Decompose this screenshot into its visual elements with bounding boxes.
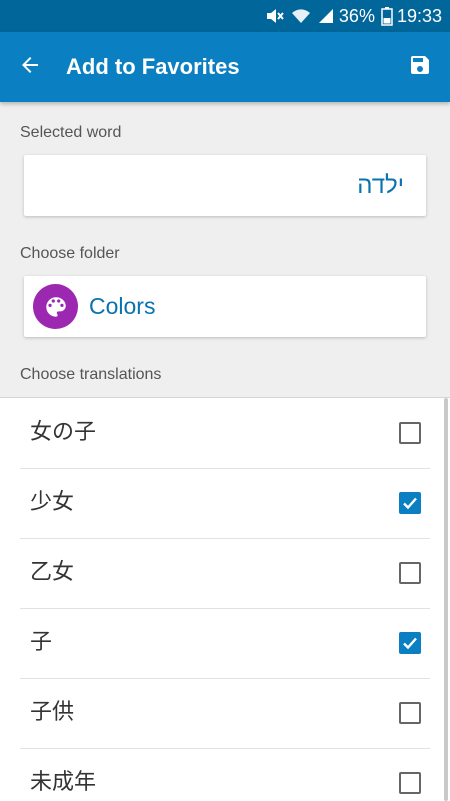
translation-text: 少女	[30, 490, 75, 515]
translation-checkbox[interactable]	[399, 562, 421, 584]
palette-icon	[33, 284, 78, 329]
translation-checkbox[interactable]	[399, 702, 421, 724]
clock: 19:33	[396, 5, 442, 26]
page-title: Add to Favorites	[66, 54, 240, 79]
scrollbar[interactable]	[444, 398, 448, 801]
selected-word-card: ילדה	[24, 155, 426, 216]
translation-row[interactable]: 子供	[20, 678, 430, 749]
arrow-back-icon	[18, 53, 42, 82]
selected-word-label: Selected word	[20, 124, 122, 141]
translation-checkbox[interactable]	[399, 492, 421, 514]
selected-word-value: ילדה	[357, 172, 404, 199]
translations-list: 女の子 少女 乙女 子 子供 未成年	[0, 397, 450, 801]
translation-checkbox[interactable]	[399, 632, 421, 654]
translation-checkbox[interactable]	[399, 772, 421, 794]
mute-icon	[265, 7, 285, 25]
back-button[interactable]	[12, 49, 48, 85]
translation-text: 子	[30, 630, 53, 655]
translation-text: 未成年	[30, 770, 97, 795]
wifi-icon	[291, 7, 311, 25]
folder-name: Colors	[89, 293, 156, 319]
status-bar: 36% 19:33	[0, 0, 450, 32]
battery-percent: 36%	[338, 5, 375, 26]
folder-selector[interactable]: Colors	[24, 276, 426, 337]
choose-folder-label: Choose folder	[20, 245, 120, 262]
app-bar: Add to Favorites	[0, 32, 450, 102]
save-icon	[408, 53, 432, 82]
choose-translations-label: Choose translations	[20, 366, 162, 383]
translation-checkbox[interactable]	[399, 422, 421, 444]
translation-row[interactable]: 子	[20, 608, 430, 679]
translation-text: 女の子	[30, 420, 97, 445]
translation-row[interactable]: 未成年	[20, 748, 430, 801]
translation-row[interactable]: 少女	[20, 468, 430, 539]
translation-text: 子供	[30, 700, 75, 725]
translation-row[interactable]: 乙女	[20, 538, 430, 609]
battery-icon	[381, 6, 393, 26]
translation-row[interactable]: 女の子	[20, 398, 430, 469]
signal-icon	[317, 7, 335, 25]
translation-text: 乙女	[30, 560, 75, 585]
save-button[interactable]	[402, 49, 438, 85]
